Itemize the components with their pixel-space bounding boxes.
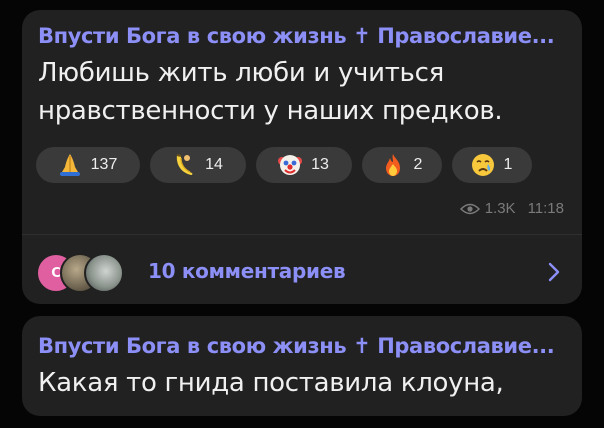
channel-name[interactable]: Впусти Бога в свою жизнь ✝ Православие..… [38, 334, 555, 358]
message-text-line: нравственности у наших предков. [38, 96, 503, 126]
views-count: 1.3K [484, 200, 516, 217]
channel-post-bubble[interactable]: Впусти Бога в свою жизнь ✝ Православие..… [22, 10, 582, 304]
reaction-count: 13 [311, 156, 329, 173]
reaction-fire[interactable]: 2 [362, 147, 442, 183]
reaction-clown[interactable]: 13 [256, 147, 352, 183]
views-eye-icon [459, 203, 480, 214]
channel-post-bubble[interactable]: Впусти Бога в свою жизнь ✝ Православие..… [22, 316, 582, 416]
avatar [84, 253, 124, 293]
chevron-right-icon [548, 262, 560, 282]
reaction-count: 1 [503, 156, 513, 173]
praying-hands-icon [59, 154, 80, 176]
divider [22, 234, 582, 235]
clown-face-icon [278, 155, 303, 175]
reactions-bar: 137 14 13 2 1 [36, 147, 532, 183]
comments-button[interactable]: C 10 комментариев [36, 250, 568, 293]
reaction-count: 2 [413, 156, 423, 173]
chat-screen: Впусти Бога в свою жизнь ✝ Православие..… [0, 0, 604, 428]
message-text-line: Какая то гнида поставила клоуна, [38, 368, 504, 398]
reaction-count: 14 [205, 156, 223, 173]
banana-icon [176, 154, 193, 175]
reaction-count: 137 [90, 156, 118, 173]
reaction-banana[interactable]: 14 [150, 147, 246, 183]
fire-icon [385, 154, 400, 176]
commenter-avatars: C [36, 250, 148, 293]
post-time: 11:18 [527, 200, 564, 217]
message-text-line: Любишь жить люби и учиться [38, 58, 444, 88]
reaction-crying[interactable]: 1 [452, 147, 532, 183]
reaction-praying-hands[interactable]: 137 [36, 147, 140, 183]
comments-label: 10 комментариев [148, 259, 346, 283]
post-meta: 1.3K 11:18 [459, 200, 564, 217]
crying-face-icon [471, 154, 494, 176]
channel-name[interactable]: Впусти Бога в свою жизнь ✝ Православие..… [38, 24, 555, 48]
